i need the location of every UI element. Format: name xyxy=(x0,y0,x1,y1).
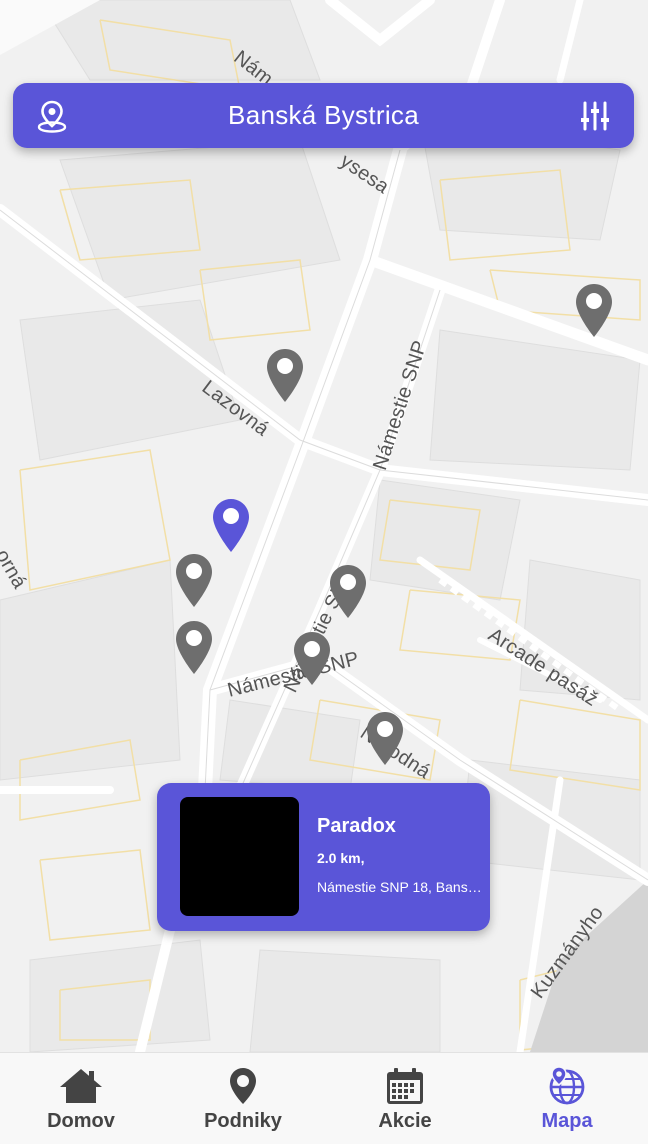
globe-pin-icon xyxy=(547,1065,587,1107)
bottom-tab-bar: Domov Podniky Akcie Mapa xyxy=(0,1052,648,1144)
map-pin-selected[interactable] xyxy=(212,498,250,554)
map-pin[interactable] xyxy=(266,348,304,404)
map-pin[interactable] xyxy=(366,711,404,767)
tab-akcie[interactable]: Akcie xyxy=(324,1053,486,1144)
map-marker-icon xyxy=(229,1065,257,1107)
map-pin[interactable] xyxy=(329,564,367,620)
tab-label: Mapa xyxy=(541,1110,593,1132)
tab-mapa[interactable]: Mapa xyxy=(486,1053,648,1144)
venue-card[interactable]: Paradox 2.0 km, Námestie SNP 18, Banská … xyxy=(157,783,490,931)
home-icon xyxy=(58,1065,104,1107)
tab-label: Akcie xyxy=(378,1110,432,1132)
tab-label: Podniky xyxy=(204,1110,282,1132)
venue-name: Paradox xyxy=(317,815,396,837)
filter-sliders-icon[interactable] xyxy=(578,99,612,133)
map-pin[interactable] xyxy=(293,631,331,687)
tab-label: Domov xyxy=(47,1110,115,1132)
tab-podniky[interactable]: Podniky xyxy=(162,1053,324,1144)
tab-domov[interactable]: Domov xyxy=(0,1053,162,1144)
map-pin[interactable] xyxy=(575,283,613,339)
location-header: Banská Bystrica xyxy=(13,83,634,148)
venue-address: Námestie SNP 18, Banská Bystrica xyxy=(317,879,482,895)
venue-thumbnail xyxy=(180,797,299,916)
location-pin-icon[interactable] xyxy=(35,99,69,133)
city-title[interactable]: Banská Bystrica xyxy=(228,100,419,131)
venue-distance: 2.0 km, xyxy=(317,850,365,866)
calendar-icon xyxy=(386,1065,424,1107)
map-pin[interactable] xyxy=(175,620,213,676)
map-pin[interactable] xyxy=(175,553,213,609)
